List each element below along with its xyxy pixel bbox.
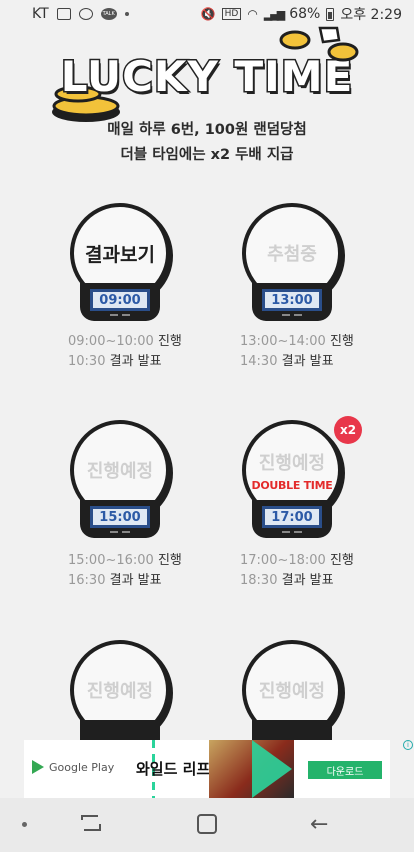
result-label: 결과 발표	[109, 354, 162, 369]
base-dots	[110, 531, 130, 534]
upcoming-label: 진행예정	[258, 681, 326, 702]
navigation-bar: ←	[0, 798, 414, 852]
signal-icon: ▂▄▆	[263, 7, 285, 21]
subtitle-double: 더블 타임에는 x2 두배 지급	[120, 147, 294, 163]
mute-icon: 🔇	[200, 7, 216, 21]
slot-0900[interactable]: 결과보기 09:00	[60, 203, 190, 343]
slot-time: 09:00	[90, 289, 150, 311]
upcoming-label: 진행예정	[258, 452, 326, 474]
recent-apps-icon[interactable]	[80, 814, 102, 832]
view-result-label: 결과보기	[85, 243, 155, 266]
slot-info: 17:00~18:00 진행 18:30 결과 발표	[240, 551, 380, 591]
base-dots	[110, 314, 130, 317]
battery-percent: 68%	[289, 6, 321, 22]
back-icon[interactable]: ←	[310, 812, 328, 837]
progress-label: 진행	[157, 334, 182, 349]
progress-time: 09:00~10:00	[68, 334, 154, 349]
drawing-label: 추첨중	[267, 244, 317, 265]
result-label: 결과 발표	[281, 573, 334, 588]
download-button[interactable]: 다운로드	[308, 761, 382, 779]
progress-time: 13:00~14:00	[240, 334, 326, 349]
gacha-machine[interactable]: 결과보기 09:00	[60, 203, 190, 343]
progress-label: 진행	[329, 553, 354, 568]
progress-label: 진행	[157, 553, 182, 568]
result-time: 18:30	[240, 573, 278, 588]
ad-banner[interactable]: Google Play 와일드 리프트 다운로드	[24, 740, 390, 798]
coin-hand-icon	[279, 26, 359, 62]
ad-arrow-shape	[252, 740, 292, 798]
nav-dot-icon[interactable]	[22, 822, 27, 827]
subtitle-daily: 매일 하루 6번, 100원 랜덤당첨	[107, 122, 307, 138]
slot-time: 17:00	[262, 506, 322, 528]
ad-info-icon[interactable]: i	[403, 740, 413, 750]
image-icon	[56, 8, 71, 20]
play-store-icon	[32, 760, 44, 774]
result-label: 결과 발표	[281, 354, 334, 369]
battery-icon	[326, 7, 335, 21]
gacha-machine[interactable]: 진행예정 15:00	[60, 420, 190, 560]
clock: 오후 2:29	[340, 7, 402, 23]
slot-info: 15:00~16:00 진행 16:30 결과 발표	[68, 551, 208, 591]
upcoming-label: 진행예정	[86, 681, 154, 702]
result-time: 14:30	[240, 354, 278, 369]
gacha-machine[interactable]: 추첨중 13:00	[232, 203, 362, 343]
progress-time: 17:00~18:00	[240, 553, 326, 568]
header: LUCKY TIME	[0, 24, 414, 122]
more-dot-icon	[124, 12, 129, 16]
hd-icon: HD	[221, 8, 242, 20]
slot-info: 13:00~14:00 진행 14:30 결과 발표	[240, 332, 380, 372]
wifi-icon: ◠	[247, 7, 258, 21]
people-icon	[78, 8, 93, 20]
progress-time: 15:00~16:00	[68, 553, 154, 568]
slot-info: 09:00~10:00 진행 10:30 결과 발표	[68, 332, 208, 372]
result-time: 16:30	[68, 573, 106, 588]
result-label: 결과 발표	[109, 573, 162, 588]
slot-time: 13:00	[262, 289, 322, 311]
store-name: Google Play	[49, 760, 115, 774]
slot-1500[interactable]: 진행예정 15:00	[60, 420, 190, 560]
carrier-label: KT	[32, 6, 49, 22]
x2-badge: x2	[334, 416, 362, 444]
base-dots	[282, 531, 302, 534]
result-time: 10:30	[68, 354, 106, 369]
base-dots	[282, 314, 302, 317]
slot-time: 15:00	[90, 506, 150, 528]
double-time-label: DOUBLE TIME	[251, 478, 333, 492]
talk-icon: TALK	[100, 8, 117, 20]
slot-1300[interactable]: 추첨중 13:00	[232, 203, 362, 343]
progress-label: 진행	[329, 334, 354, 349]
google-play-logo: Google Play	[32, 760, 114, 774]
slot-1700[interactable]: 진행예정 DOUBLE TIME 17:00 x2	[232, 416, 362, 560]
home-icon[interactable]	[197, 814, 217, 834]
upcoming-label: 진행예정	[86, 461, 154, 482]
